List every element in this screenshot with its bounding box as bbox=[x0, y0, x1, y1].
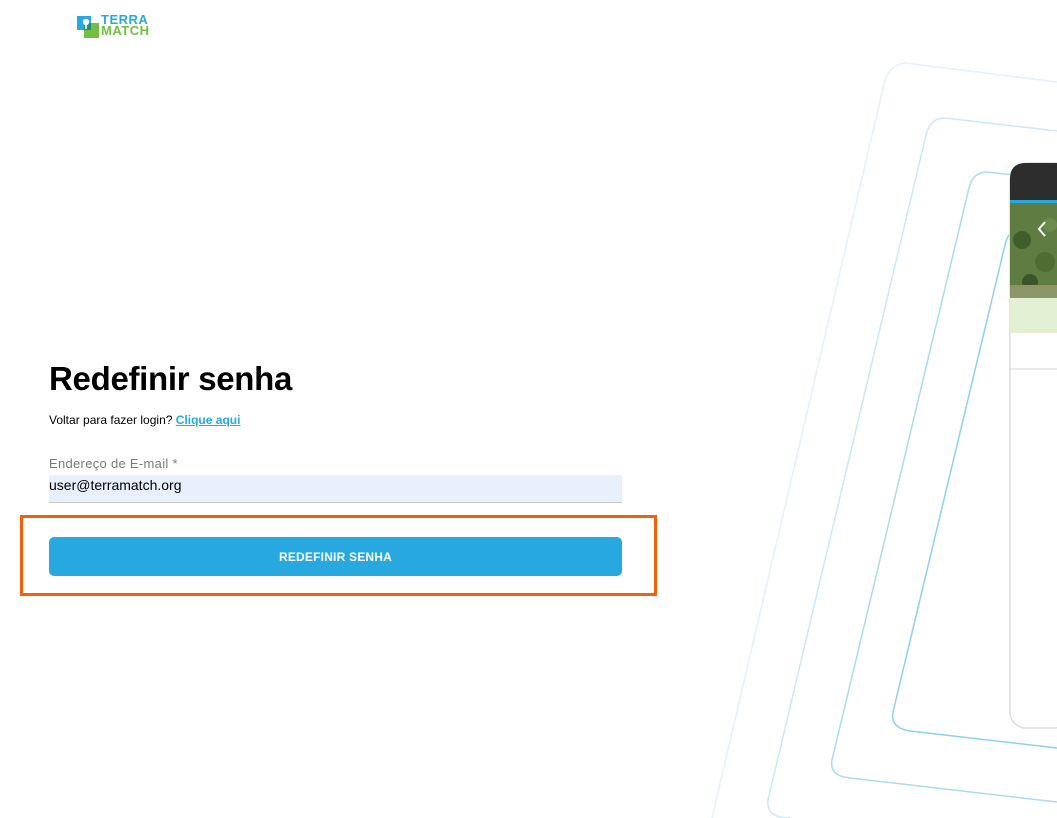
phone-header bbox=[1010, 163, 1057, 202]
email-label: Endereço de E-mail * bbox=[49, 456, 178, 471]
page-title: Redefinir senha bbox=[49, 360, 293, 397]
decorative-illustration bbox=[711, 62, 1057, 818]
back-prompt: Voltar para fazer login? bbox=[49, 413, 173, 427]
phone-header-accent bbox=[1010, 200, 1057, 203]
photo-tree-4 bbox=[1043, 218, 1057, 232]
back-to-login-link[interactable]: Clique aqui bbox=[176, 413, 241, 427]
phone-green-band bbox=[1010, 298, 1057, 333]
email-field[interactable] bbox=[49, 475, 622, 503]
tree-icon bbox=[77, 16, 99, 38]
photo-tree-3 bbox=[1022, 274, 1038, 290]
chevron-left-icon bbox=[1037, 221, 1046, 237]
back-to-login: Voltar para fazer login? Clique aqui bbox=[49, 413, 240, 427]
reset-password-button[interactable]: REDEFINIR SENHA bbox=[49, 537, 622, 576]
photo-ground bbox=[1010, 285, 1057, 298]
deco-outline-4 bbox=[891, 229, 1057, 749]
deco-outline-3-top bbox=[986, 171, 1057, 181]
deco-outline-2-top bbox=[944, 117, 1057, 132]
terramatch-logo[interactable]: TERRA MATCH bbox=[77, 13, 150, 38]
photo-tree-2 bbox=[1035, 252, 1055, 272]
photo-tree-1 bbox=[1013, 231, 1031, 249]
logo-line-2: MATCH bbox=[101, 23, 150, 38]
phone-photo bbox=[1010, 203, 1057, 298]
deco-outline-3 bbox=[830, 171, 1057, 803]
logo-wordmark: TERRA MATCH bbox=[101, 13, 150, 38]
deco-outline-1 bbox=[711, 62, 906, 818]
reset-password-page: TERRA MATCH Redefinir senha Voltar para … bbox=[0, 0, 1057, 818]
phone-frame bbox=[1009, 162, 1057, 729]
deco-outline-1-top bbox=[904, 62, 1057, 83]
email-field-wrapper bbox=[49, 475, 622, 503]
deco-outline-2 bbox=[767, 117, 946, 818]
